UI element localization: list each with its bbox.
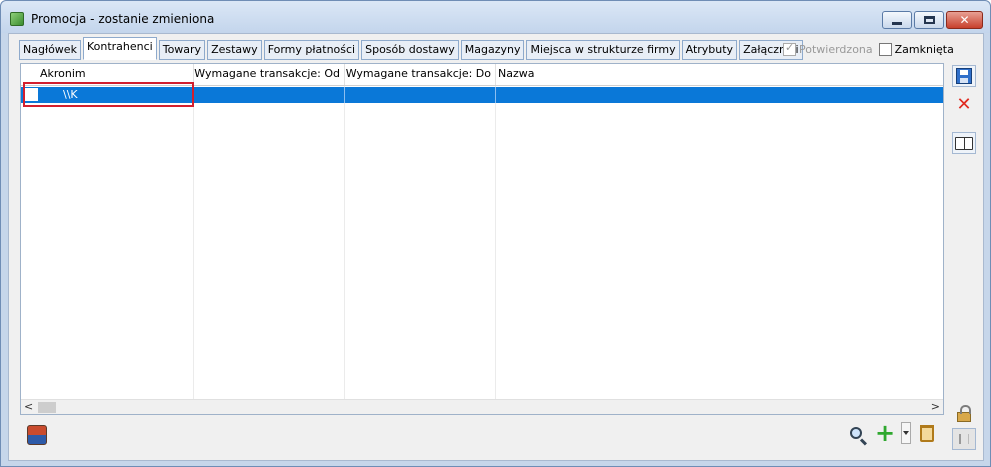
book-button[interactable] bbox=[952, 132, 976, 154]
tab-atrybuty[interactable]: Atrybuty bbox=[681, 40, 738, 60]
tab-miejsca-w-strukturze-firmy[interactable]: Miejsca w strukturze firmy bbox=[526, 40, 680, 60]
highlight-box bbox=[23, 82, 194, 107]
contacts-icon bbox=[27, 425, 47, 445]
client-area: Nagłówek Kontrahenci Towary Zestawy Form… bbox=[8, 33, 984, 461]
minimize-button[interactable] bbox=[882, 11, 912, 29]
tab-towary[interactable]: Towary bbox=[158, 40, 206, 60]
trash-icon bbox=[920, 424, 934, 442]
close-button[interactable]: ✕ bbox=[946, 11, 983, 29]
confirmed-label: Potwierdzona bbox=[799, 43, 873, 56]
search-icon bbox=[850, 427, 862, 439]
titlebar: Promocja - zostanie zmieniona ✕ bbox=[1, 1, 990, 33]
tab-kontrahenci[interactable]: Kontrahenci bbox=[82, 37, 157, 60]
app-icon bbox=[10, 12, 24, 26]
save-button[interactable] bbox=[952, 65, 976, 87]
tab-zestawy[interactable]: Zestawy bbox=[207, 40, 262, 60]
lock-icon bbox=[957, 405, 971, 422]
closed-label: Zamknięta bbox=[894, 43, 954, 56]
save-icon bbox=[956, 68, 972, 84]
cancel-button[interactable]: ✕ bbox=[952, 94, 976, 116]
add-icon: + bbox=[874, 419, 896, 447]
close-icon: ✕ bbox=[956, 94, 972, 115]
tab-naglowek[interactable]: Nagłówek bbox=[19, 40, 81, 60]
column-divider bbox=[344, 86, 345, 399]
book-icon bbox=[955, 136, 973, 150]
horizontal-scrollbar[interactable]: < > bbox=[21, 399, 943, 414]
maximize-icon bbox=[923, 16, 935, 24]
scroll-right-button[interactable]: > bbox=[931, 400, 940, 413]
row-divider bbox=[495, 87, 496, 103]
tab-magazyny[interactable]: Magazyny bbox=[460, 40, 525, 60]
add-button[interactable]: + bbox=[873, 419, 897, 447]
contractors-grid: Akronim Wymagane transakcje: Od Wymagane… bbox=[20, 63, 944, 415]
contacts-button[interactable] bbox=[25, 424, 49, 446]
tab-bar: Nagłówek Kontrahenci Towary Zestawy Form… bbox=[19, 37, 805, 60]
column-header-od[interactable]: Wymagane transakcje: Od bbox=[193, 64, 344, 85]
column-divider bbox=[193, 86, 194, 399]
close-icon: ✕ bbox=[959, 13, 970, 27]
confirmed-checkbox[interactable] bbox=[783, 41, 796, 56]
column-divider bbox=[495, 86, 496, 399]
window-title: Promocja - zostanie zmieniona bbox=[31, 12, 215, 26]
tab-sposob-dostawy[interactable]: Sposób dostawy bbox=[361, 40, 459, 60]
status-checks: Potwierdzona Zamknięta bbox=[783, 41, 960, 56]
pin-button[interactable] bbox=[952, 428, 976, 450]
column-header-do[interactable]: Wymagane transakcje: Do bbox=[344, 64, 495, 85]
minimize-icon bbox=[892, 21, 902, 25]
column-header-nazwa[interactable]: Nazwa bbox=[495, 64, 943, 85]
scroll-thumb[interactable] bbox=[38, 402, 56, 413]
delete-button[interactable] bbox=[915, 422, 939, 444]
maximize-button[interactable] bbox=[914, 11, 944, 29]
window: Promocja - zostanie zmieniona ✕ Nagłówek… bbox=[0, 0, 991, 467]
closed-checkbox[interactable] bbox=[878, 43, 892, 56]
scroll-left-button[interactable]: < bbox=[24, 400, 33, 413]
search-button[interactable] bbox=[844, 422, 868, 444]
add-dropdown-button[interactable] bbox=[901, 422, 911, 444]
lock-button[interactable] bbox=[952, 403, 976, 425]
row-divider bbox=[344, 87, 345, 103]
chevron-down-icon bbox=[903, 431, 909, 435]
pin-icon bbox=[959, 434, 969, 444]
tab-formy-platnosci[interactable]: Formy płatności bbox=[263, 40, 360, 60]
